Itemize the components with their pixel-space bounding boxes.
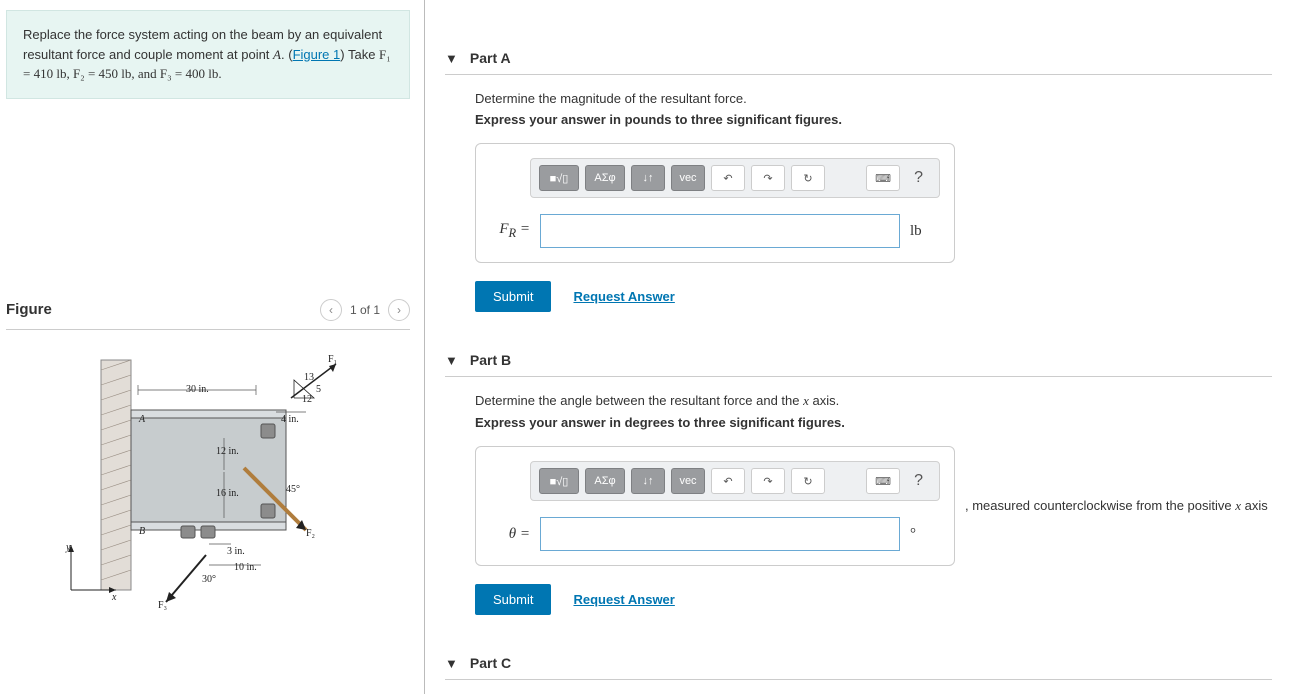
problem-statement: Replace the force system acting on the b… <box>6 10 410 99</box>
dim-12in: 12 in. <box>216 446 239 457</box>
part-a-title: Part A <box>470 50 511 66</box>
point-A: A <box>273 47 281 62</box>
caret-down-icon: ▼ <box>445 353 458 368</box>
redo-button[interactable]: ↷ <box>751 165 785 191</box>
angle-45: 45° <box>286 484 300 495</box>
part-b-answer-box: ■√▯ ΑΣφ ↓↑ vec ↶ ↷ ↻ ⌨ ? θ = ° <box>475 446 955 566</box>
axis-y: y <box>65 542 71 553</box>
part-b-prompt: Determine the angle between the resultan… <box>475 393 1272 409</box>
figure-heading: Figure <box>6 301 52 318</box>
templates-button[interactable]: ■√▯ <box>539 468 579 494</box>
part-b-request-answer-link[interactable]: Request Answer <box>573 592 674 607</box>
dim-10in: 10 in. <box>234 562 257 573</box>
part-a-body: Determine the magnitude of the resultant… <box>445 75 1272 312</box>
label-F1: F₁ <box>328 354 337 365</box>
part-a-input[interactable] <box>540 214 900 248</box>
help-icon[interactable]: ? <box>906 169 931 187</box>
part-b-submit-button[interactable]: Submit <box>475 584 551 615</box>
part-b-lhs: θ = <box>490 526 530 543</box>
undo-button[interactable]: ↶ <box>711 468 745 494</box>
dim-4in: 4 in. <box>281 414 299 425</box>
figure-diagram: A B F₁ F₂ F₃ 30 in. 4 in. 12 in. 16 in. … <box>6 350 366 610</box>
templates-button[interactable]: ■√▯ <box>539 165 579 191</box>
label-A: A <box>138 414 146 425</box>
part-a-lhs: FR = <box>490 221 530 241</box>
caret-down-icon: ▼ <box>445 656 458 671</box>
help-icon[interactable]: ? <box>906 472 931 490</box>
subsup-button[interactable]: ↓↑ <box>631 165 665 191</box>
part-a-request-answer-link[interactable]: Request Answer <box>573 289 674 304</box>
caret-down-icon: ▼ <box>445 51 458 66</box>
label-B: B <box>139 526 145 537</box>
label-F3: F₃ <box>158 600 167 610</box>
part-a-prompt: Determine the magnitude of the resultant… <box>475 91 1272 106</box>
part-b-body: Determine the angle between the resultan… <box>445 377 1272 615</box>
part-a-submit-button[interactable]: Submit <box>475 281 551 312</box>
part-a-subprompt: Express your answer in pounds to three s… <box>475 112 1272 127</box>
figure-page-indicator: 1 of 1 <box>350 303 380 317</box>
part-b-title: Part B <box>470 352 511 368</box>
equation-toolbar: ■√▯ ΑΣφ ↓↑ vec ↶ ↷ ↻ ⌨ ? <box>530 461 940 501</box>
undo-button[interactable]: ↶ <box>711 165 745 191</box>
keyboard-icon[interactable]: ⌨ <box>866 468 900 494</box>
greek-button[interactable]: ΑΣφ <box>585 468 625 494</box>
part-a-answer-box: ■√▯ ΑΣφ ↓↑ vec ↶ ↷ ↻ ⌨ ? FR = lb <box>475 143 955 263</box>
figure-pager: ‹ 1 of 1 › <box>320 299 410 321</box>
axis-x: x <box>111 592 117 603</box>
dim-16in: 16 in. <box>216 488 239 499</box>
part-b-subprompt: Express your answer in degrees to three … <box>475 415 1272 430</box>
keyboard-icon[interactable]: ⌨ <box>866 165 900 191</box>
ratio-13: 13 <box>304 372 314 383</box>
reset-button[interactable]: ↻ <box>791 468 825 494</box>
part-b-input[interactable] <box>540 517 900 551</box>
figure-link[interactable]: Figure 1 <box>293 47 341 62</box>
ratio-5: 5 <box>316 384 321 395</box>
equation-toolbar: ■√▯ ΑΣφ ↓↑ vec ↶ ↷ ↻ ⌨ ? <box>530 158 940 198</box>
dim-3in: 3 in. <box>227 546 245 557</box>
part-c-header[interactable]: ▼ Part C <box>445 645 1272 680</box>
part-b-suffix: , measured counterclockwise from the pos… <box>965 498 1268 514</box>
part-b-header[interactable]: ▼ Part B <box>445 342 1272 377</box>
dim-30in: 30 in. <box>186 384 209 395</box>
redo-button[interactable]: ↷ <box>751 468 785 494</box>
part-c-title: Part C <box>470 655 511 671</box>
reset-button[interactable]: ↻ <box>791 165 825 191</box>
ratio-12: 12 <box>302 394 312 405</box>
part-a-header[interactable]: ▼ Part A <box>445 40 1272 75</box>
subsup-button[interactable]: ↓↑ <box>631 468 665 494</box>
vec-button[interactable]: vec <box>671 468 705 494</box>
figure-prev-button[interactable]: ‹ <box>320 299 342 321</box>
part-b-unit: ° <box>910 526 916 543</box>
angle-30: 30° <box>202 574 216 585</box>
label-F2: F₂ <box>306 528 315 539</box>
part-a-unit: lb <box>910 223 922 240</box>
greek-button[interactable]: ΑΣφ <box>585 165 625 191</box>
vec-button[interactable]: vec <box>671 165 705 191</box>
figure-next-button[interactable]: › <box>388 299 410 321</box>
